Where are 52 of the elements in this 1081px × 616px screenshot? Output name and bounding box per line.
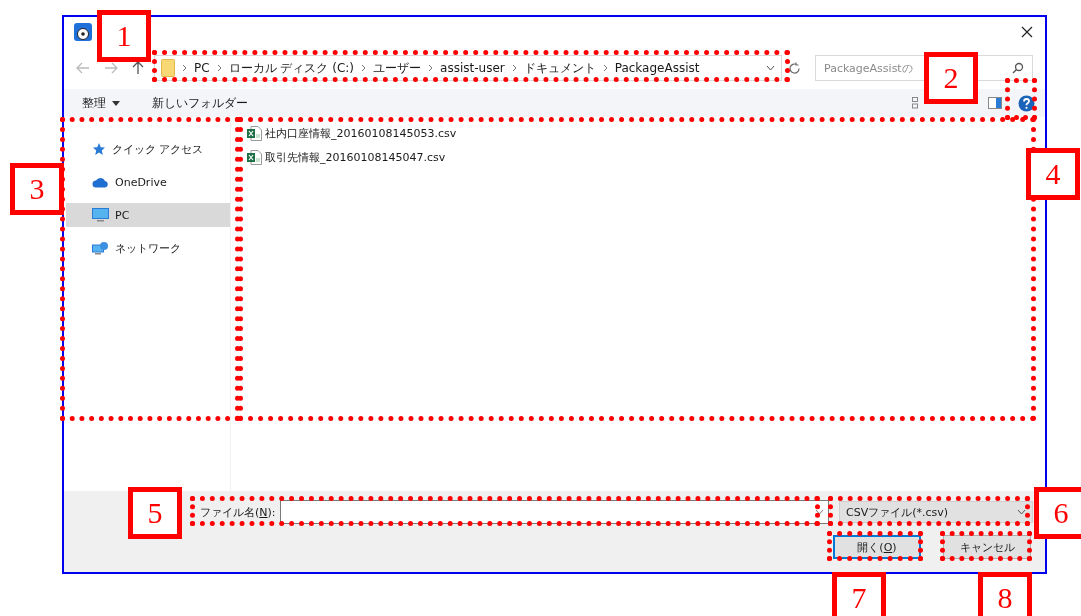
- up-arrow-icon[interactable]: [132, 61, 144, 75]
- help-icon[interactable]: [1018, 94, 1035, 112]
- sidebar-item[interactable]: クイック アクセス: [66, 137, 230, 161]
- chevron-icon: [602, 64, 608, 72]
- sidebar-item[interactable]: OneDrive: [66, 170, 230, 194]
- dropdown-chevron-icon[interactable]: [766, 65, 775, 71]
- breadcrumb-item[interactable]: ローカル ディスク (C:): [228, 59, 355, 77]
- dropdown-chevron-icon: [1017, 509, 1026, 515]
- breadcrumb-item[interactable]: ドキュメント: [523, 59, 596, 77]
- file-type-dropdown[interactable]: CSVファイル(*.csv): [839, 501, 1033, 523]
- callout-number: 1: [97, 10, 151, 62]
- search-icon: [1012, 62, 1024, 74]
- chevron-icon: [511, 64, 517, 72]
- callout-number: 4: [1026, 148, 1080, 200]
- sidebar-item[interactable]: PC: [66, 203, 230, 227]
- callout-number: 6: [1034, 487, 1081, 539]
- cloud-icon: [92, 176, 109, 188]
- callout-number: 5: [128, 487, 182, 539]
- callout-number: 2: [924, 52, 978, 104]
- callout-number: 3: [10, 163, 64, 215]
- new-folder-button[interactable]: 新しいフォルダー: [152, 94, 248, 112]
- file-name-field[interactable]: [279, 500, 829, 524]
- file-name-label: ファイル名(N):: [200, 504, 276, 520]
- sidebar-item[interactable]: ネットワーク: [66, 236, 230, 260]
- breadcrumb-item[interactable]: PackageAssist: [614, 61, 700, 75]
- chevron-icon: [182, 64, 187, 72]
- file-item[interactable]: 取引先情報_20160108145047.csv: [247, 149, 446, 166]
- app-icon: [74, 23, 92, 41]
- chevron-icon: [216, 64, 222, 72]
- chevron-icon: [428, 64, 434, 72]
- callout-number: 8: [978, 572, 1032, 616]
- refresh-icon[interactable]: [788, 61, 801, 75]
- close-icon[interactable]: [1021, 26, 1033, 38]
- open-button[interactable]: 開く(O): [833, 535, 921, 559]
- spreadsheet-file-icon: [247, 126, 262, 141]
- star-icon: [92, 142, 106, 156]
- dropdown-chevron-icon: [815, 509, 824, 515]
- spreadsheet-file-icon: [247, 150, 262, 165]
- organize-menu[interactable]: 整理: [82, 94, 120, 112]
- monitor-icon: [92, 208, 109, 222]
- folder-icon: [161, 59, 175, 77]
- preview-pane-icon[interactable]: [988, 97, 1002, 109]
- network-icon: [92, 241, 109, 255]
- file-item[interactable]: 社内口座情報_20160108145053.csv: [247, 125, 457, 142]
- dropdown-triangle-icon: [112, 100, 120, 106]
- chevron-icon: [361, 64, 367, 72]
- callout-number: 7: [832, 572, 886, 616]
- cancel-button[interactable]: キャンセル: [943, 535, 1031, 559]
- breadcrumb-item[interactable]: ユーザー: [373, 59, 422, 77]
- breadcrumb-item[interactable]: PC: [194, 61, 210, 75]
- address-bar[interactable]: PC ローカル ディスク (C:) ユーザー assist-user ドキュメント PackageAssist: [154, 55, 782, 81]
- breadcrumb-item[interactable]: assist-user: [440, 61, 505, 75]
